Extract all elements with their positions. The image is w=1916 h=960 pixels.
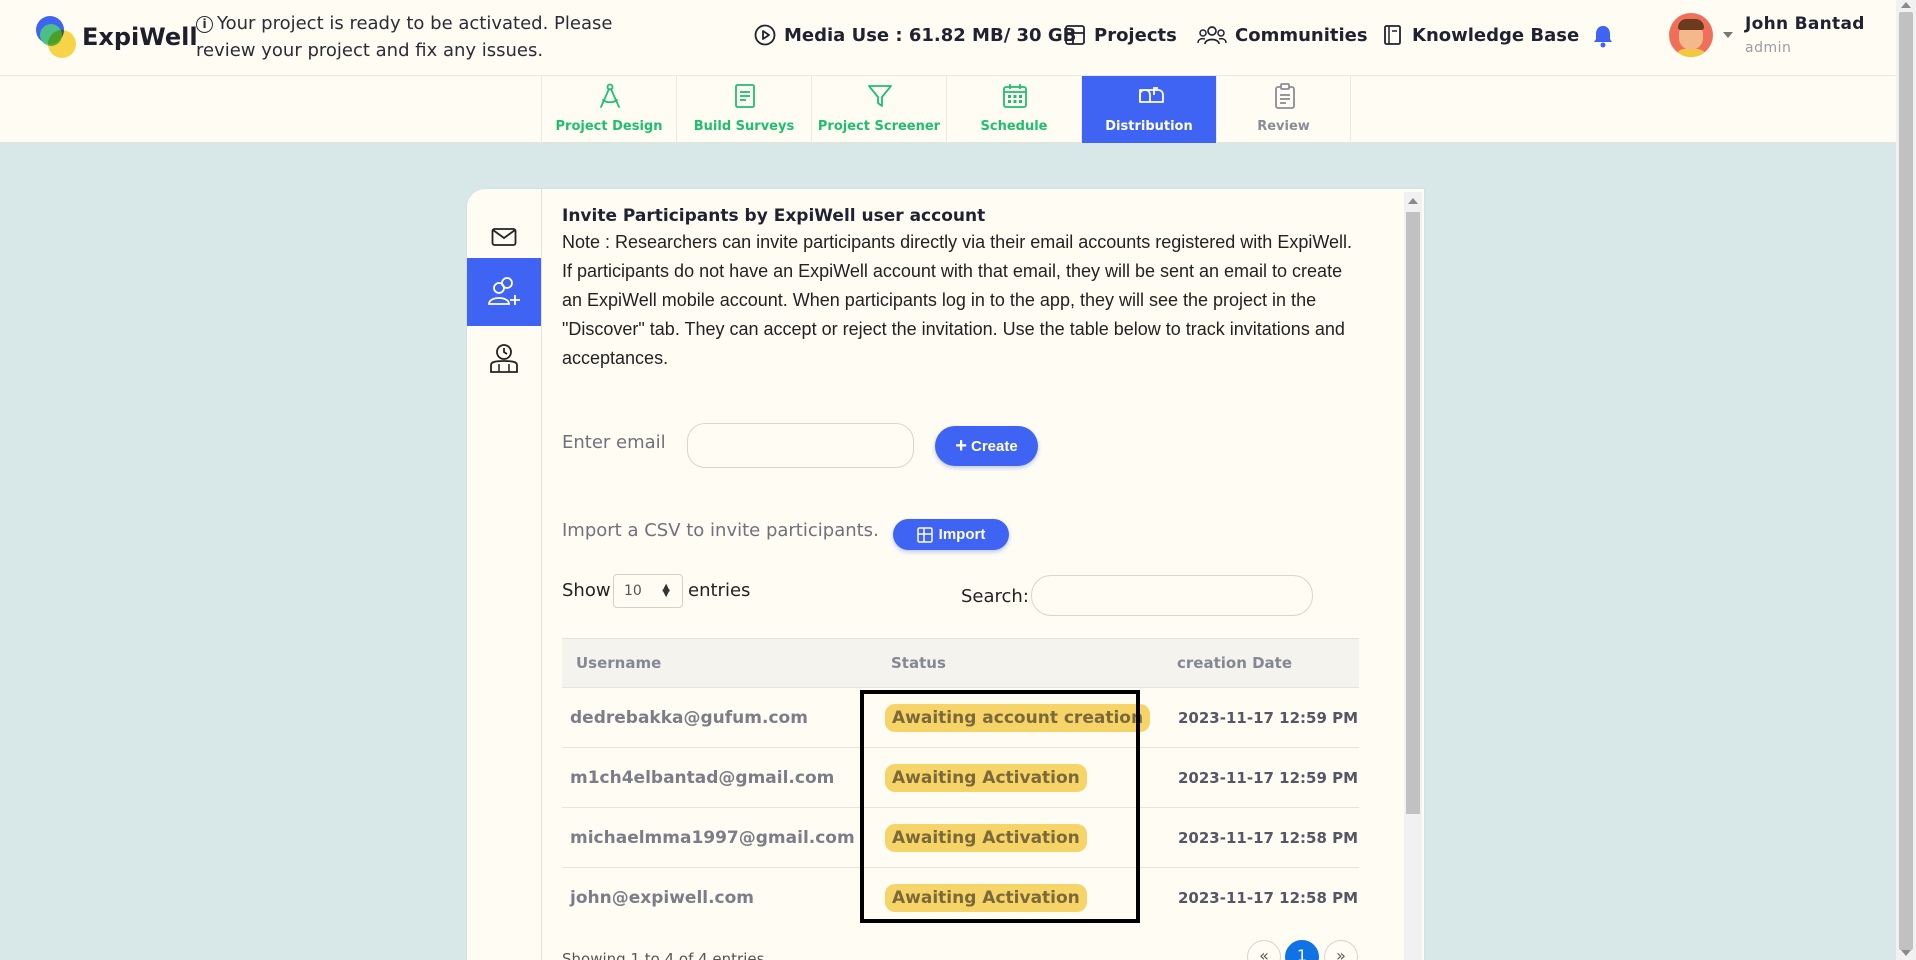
step-build-surveys[interactable]: Build Surveys: [676, 76, 811, 143]
user-schedule-icon: [490, 344, 518, 373]
scroll-down-arrow-icon[interactable]: [1901, 950, 1911, 956]
import-button[interactable]: Import: [893, 519, 1009, 550]
notifications-bell-icon[interactable]: [1592, 24, 1614, 52]
grid-icon: [916, 526, 933, 543]
sidebar-item-invite-users[interactable]: [467, 258, 541, 326]
logo-mark-icon: [36, 16, 80, 58]
brand-name: ExpiWell: [82, 23, 198, 51]
document-icon: [735, 84, 755, 108]
create-button[interactable]: + Create: [935, 426, 1038, 466]
info-icon: i: [196, 16, 213, 33]
step-schedule[interactable]: Schedule: [946, 76, 1081, 143]
select-arrows-icon: ▲ ▼: [662, 582, 670, 599]
step-label: Distribution: [1105, 119, 1193, 134]
panel-scrollbar-thumb[interactable]: [1406, 212, 1420, 814]
cell-date: 2023-11-17 12:59 PM: [1167, 687, 1359, 748]
show-label: Show: [562, 580, 611, 601]
media-use-indicator: Media Use : 61.82 MB/ 30 GB: [754, 24, 1076, 46]
plus-icon: +: [955, 435, 967, 457]
invite-content: Invite Participants by ExpiWell user acc…: [562, 206, 1362, 373]
cell-date: 2023-11-17 12:58 PM: [1167, 807, 1359, 868]
column-header-status[interactable]: Status: [869, 638, 1167, 688]
filter-icon: [868, 85, 892, 107]
entries-select-value: 10: [624, 583, 642, 599]
email-input[interactable]: [687, 423, 914, 468]
nav-communities-label: Communities: [1235, 24, 1368, 46]
distribution-sidebar: [467, 189, 542, 960]
step-label: Project Design: [555, 119, 663, 134]
section-note: Note : Researchers can invite participan…: [562, 232, 1353, 368]
step-project-screener[interactable]: Project Screener: [811, 76, 946, 143]
email-label: Enter email: [562, 432, 666, 453]
step-distribution[interactable]: Distribution: [1081, 76, 1216, 143]
mail-icon: [491, 228, 517, 246]
activation-notice-text: Your project is ready to be activated. P…: [196, 13, 613, 61]
grid-icon: [1065, 25, 1085, 45]
scroll-up-arrow-icon[interactable]: [1901, 2, 1911, 8]
media-use-text: Media Use : 61.82 MB/ 30 GB: [784, 24, 1077, 46]
cell-username: m1ch4elbantad@gmail.com: [562, 747, 869, 808]
cell-date: 2023-11-17 12:59 PM: [1167, 747, 1359, 808]
step-label: Project Screener: [817, 119, 941, 134]
status-column-highlight: [860, 690, 1140, 923]
entries-label: entries: [688, 580, 751, 601]
add-user-icon: [488, 277, 520, 305]
search-label: Search:: [961, 586, 1029, 607]
entries-info: Showing 1 to 4 of 4 entries: [562, 950, 765, 960]
nav-communities[interactable]: Communities: [1197, 24, 1368, 46]
mailbox-icon: [1139, 87, 1164, 103]
import-csv-text: Import a CSV to invite participants.: [562, 520, 879, 541]
section-title: Invite Participants by ExpiWell user acc…: [562, 206, 986, 226]
activation-notice: i Your project is ready to be activated. …: [196, 10, 676, 64]
cell-username: dedrebakka@gufum.com: [562, 687, 869, 748]
step-label: Schedule: [980, 119, 1048, 134]
create-button-label: Create: [970, 437, 1018, 455]
calendar-icon: [1003, 84, 1027, 108]
cell-date: 2023-11-17 12:58 PM: [1167, 867, 1359, 928]
clipboard-icon: [1275, 83, 1295, 109]
project-steps-bar: Project Design Build Surveys Project Scr…: [0, 76, 1896, 143]
import-button-label: Import: [938, 526, 986, 543]
table-header-row: Username Status creation Date: [562, 638, 1359, 688]
user-name[interactable]: John Bantad: [1745, 14, 1865, 34]
step-project-design[interactable]: Project Design: [541, 76, 676, 143]
user-menu-caret-icon[interactable]: [1723, 32, 1733, 38]
column-header-creation-date[interactable]: creation Date: [1167, 638, 1359, 688]
panel-scroll-up-icon[interactable]: [1408, 198, 1418, 204]
brand-logo[interactable]: ExpiWell: [36, 16, 198, 58]
sidebar-item-scheduled-participants[interactable]: [467, 325, 541, 393]
column-header-username[interactable]: Username: [562, 638, 869, 688]
users-icon: [1197, 26, 1227, 45]
nav-projects[interactable]: Projects: [1064, 24, 1177, 46]
nav-projects-label: Projects: [1094, 24, 1177, 46]
cell-username: michaelmma1997@gmail.com: [562, 807, 869, 868]
step-label: Review: [1257, 119, 1310, 134]
play-circle-icon: [754, 24, 776, 46]
user-avatar[interactable]: [1669, 13, 1713, 57]
search-input[interactable]: [1031, 575, 1313, 616]
step-label: Build Surveys: [693, 119, 795, 134]
nav-knowledge-base-label: Knowledge Base: [1412, 24, 1580, 46]
page-scrollbar-thumb[interactable]: [1899, 12, 1913, 950]
top-header: ExpiWell i Your project is ready to be ac…: [0, 0, 1896, 76]
compass-icon: [600, 83, 620, 108]
entries-select[interactable]: 10 ▲ ▼: [613, 574, 683, 608]
cell-username: john@expiwell.com: [562, 867, 869, 928]
step-review[interactable]: Review: [1216, 76, 1351, 143]
book-icon: [1384, 25, 1401, 45]
user-role: admin: [1745, 40, 1792, 56]
nav-knowledge-base[interactable]: Knowledge Base: [1382, 24, 1579, 46]
